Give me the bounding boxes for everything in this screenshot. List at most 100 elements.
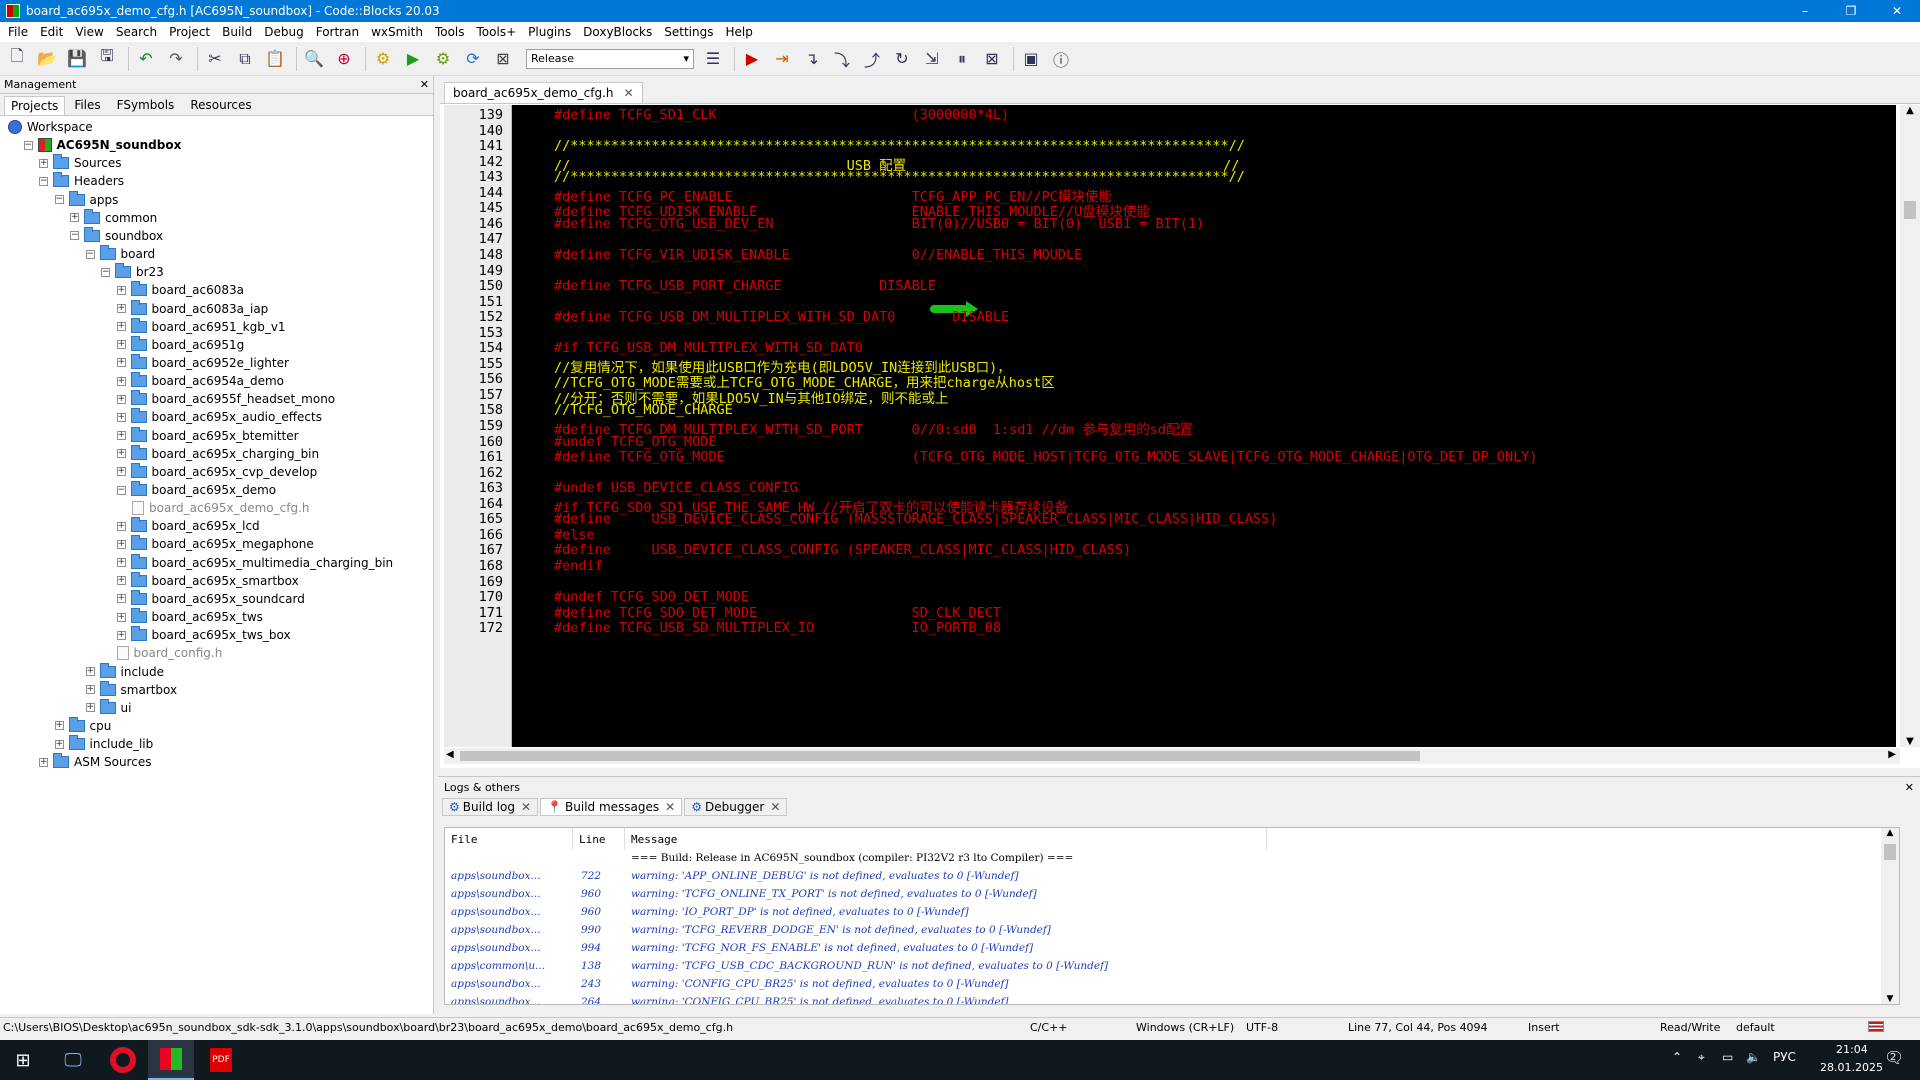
editor-horizontal-scrollbar[interactable]: ◀ ▶: [444, 748, 1900, 764]
expand-icon[interactable]: +: [116, 594, 126, 604]
expand-icon[interactable]: +: [116, 612, 126, 622]
menu-item-settings[interactable]: Settings: [660, 25, 721, 39]
collapse-icon[interactable]: −: [23, 140, 33, 150]
tree-node[interactable]: + include_lib: [54, 735, 153, 753]
tab-fsymbols[interactable]: FSymbols: [110, 95, 182, 115]
expand-icon[interactable]: +: [116, 340, 126, 350]
build-messages-table[interactable]: File Line Message ▲ ▼ === Build: Release…: [444, 827, 1900, 1005]
restore-button[interactable]: ❐: [1828, 0, 1874, 22]
expand-icon[interactable]: +: [116, 431, 126, 441]
table-row[interactable]: apps\soundbox... 960 warning: 'TCFG_ONLINE…: [445, 886, 1445, 904]
menu-item-search[interactable]: Search: [112, 25, 165, 39]
tree-node[interactable]: − br23: [101, 263, 164, 281]
location-icon[interactable]: ⌖: [1698, 1050, 1705, 1065]
clock-date[interactable]: 28.01.2025: [1820, 1061, 1883, 1074]
tree-node[interactable]: + include: [85, 662, 164, 681]
expand-icon[interactable]: +: [116, 558, 126, 568]
debug-icon[interactable]: ▶: [739, 46, 765, 72]
expand-icon[interactable]: +: [54, 739, 64, 749]
tab-build-log[interactable]: ⚙ Build log ✕: [442, 798, 539, 816]
paste-icon[interactable]: 📋: [262, 46, 288, 72]
step-into-icon[interactable]: ⤵: [829, 46, 855, 72]
tab-resources[interactable]: Resources: [183, 95, 258, 115]
open-file-icon[interactable]: 📂: [34, 46, 60, 72]
run-icon[interactable]: ▶: [400, 46, 426, 72]
collapse-icon[interactable]: −: [101, 267, 110, 277]
expand-icon[interactable]: +: [116, 304, 126, 313]
debug-windows-icon[interactable]: ▣: [1018, 46, 1044, 72]
save-all-icon[interactable]: 🖫: [94, 46, 120, 72]
tree-node[interactable]: + board_ac6952e_lighter: [116, 353, 289, 372]
break-debugger-icon[interactable]: ⏸: [949, 46, 975, 72]
table-row[interactable]: apps\soundbox... 243 warning: 'CONFIG_CPU_…: [445, 976, 1445, 994]
tree-node[interactable]: + board_ac695x_smartbox: [116, 571, 299, 590]
scroll-right-icon[interactable]: ▶: [1888, 749, 1896, 760]
expand-icon[interactable]: +: [116, 358, 126, 368]
tree-node[interactable]: + board_ac6955f_headset_mono: [116, 390, 335, 408]
tree-node[interactable]: + Sources: [39, 154, 121, 172]
chevron-up-icon[interactable]: ⌃: [1672, 1050, 1682, 1064]
tree-node[interactable]: + board_ac6951g: [116, 335, 244, 354]
menu-item-doxyblocks[interactable]: DoxyBlocks: [579, 25, 660, 39]
save-icon[interactable]: 💾: [64, 46, 90, 72]
tree-node[interactable]: + board_ac695x_btemitter: [116, 426, 299, 445]
tree-node[interactable]: + board_ac695x_audio_effects: [116, 408, 322, 426]
build-target-icon[interactable]: ☰: [700, 46, 726, 72]
menu-item-tools-[interactable]: Tools+: [473, 25, 525, 39]
minimize-button[interactable]: –: [1782, 0, 1828, 22]
explorer-icon[interactable]: 🖵: [50, 1040, 96, 1080]
tree-node[interactable]: − board: [85, 245, 155, 263]
expand-icon[interactable]: +: [116, 630, 126, 640]
expand-icon[interactable]: +: [39, 757, 48, 767]
column-header-message[interactable]: Message: [625, 828, 1267, 850]
menu-item-plugins[interactable]: Plugins: [524, 25, 579, 39]
step-into-instruction-icon[interactable]: ⇲: [919, 46, 945, 72]
next-instruction-icon[interactable]: ↻: [889, 46, 915, 72]
logs-vertical-scrollbar[interactable]: ▲ ▼: [1881, 828, 1899, 1004]
rebuild-icon[interactable]: ⟳: [460, 46, 486, 72]
tree-node[interactable]: + ui: [85, 698, 131, 717]
expand-icon[interactable]: +: [116, 412, 126, 422]
tree-node[interactable]: + board_ac6951_kgb_v1: [116, 317, 286, 336]
close-icon[interactable]: ✕: [770, 800, 780, 814]
copy-icon[interactable]: ⧉: [232, 46, 258, 72]
tree-node[interactable]: − board_ac695x_demo: [116, 481, 276, 499]
scroll-left-icon[interactable]: ◀: [446, 749, 454, 760]
close-icon[interactable]: ✕: [1905, 781, 1914, 794]
collapse-icon[interactable]: −: [39, 176, 48, 186]
tree-node[interactable]: Workspace: [8, 118, 93, 136]
menu-item-help[interactable]: Help: [721, 25, 760, 39]
expand-icon[interactable]: +: [116, 576, 126, 586]
build-icon[interactable]: ⚙: [370, 46, 396, 72]
tree-node[interactable]: + common: [70, 208, 157, 227]
expand-icon[interactable]: +: [54, 721, 64, 731]
table-row[interactable]: apps\soundbox... 990 warning: 'TCFG_REVERB…: [445, 922, 1445, 940]
table-row[interactable]: apps\soundbox... 960 warning: 'IO_PORT_DP'…: [445, 904, 1445, 922]
expand-icon[interactable]: +: [116, 521, 126, 531]
close-icon[interactable]: ✕: [420, 78, 429, 91]
tree-node[interactable]: − apps: [54, 190, 118, 209]
tab-build-messages[interactable]: 📍 Build messages ✕: [540, 798, 683, 816]
expand-icon[interactable]: +: [116, 376, 126, 386]
tree-node[interactable]: + board_ac695x_multimedia_charging_bin: [116, 553, 393, 572]
next-line-icon[interactable]: ↴: [799, 46, 825, 72]
scroll-down-icon[interactable]: ▼: [1881, 994, 1899, 1004]
close-icon[interactable]: ✕: [665, 800, 675, 814]
tree-node[interactable]: + board_ac695x_megaphone: [116, 535, 314, 553]
tree-node[interactable]: + board_ac695x_lcd: [116, 517, 260, 535]
table-row[interactable]: apps\soundbox... 264 warning: 'CONFIG_CPU_…: [445, 994, 1445, 1004]
network-icon[interactable]: ▭: [1722, 1050, 1733, 1064]
collapse-icon[interactable]: −: [54, 195, 64, 205]
opera-icon[interactable]: [100, 1040, 146, 1080]
codeblocks-taskbar-icon[interactable]: [148, 1040, 194, 1080]
undo-icon[interactable]: ↶: [133, 46, 159, 72]
clock-time[interactable]: 21:04: [1836, 1043, 1868, 1056]
menu-item-file[interactable]: File: [4, 25, 36, 39]
tree-node[interactable]: + board_ac695x_soundcard: [116, 589, 305, 608]
close-icon[interactable]: ✕: [521, 800, 531, 814]
step-out-icon[interactable]: ⤴: [859, 46, 885, 72]
menu-item-wxsmith[interactable]: wxSmith: [367, 25, 431, 39]
table-row[interactable]: apps\soundbox... 994 warning: 'TCFG_NOR_FS…: [445, 940, 1445, 958]
expand-icon[interactable]: +: [39, 158, 48, 168]
expand-icon[interactable]: +: [116, 449, 126, 459]
